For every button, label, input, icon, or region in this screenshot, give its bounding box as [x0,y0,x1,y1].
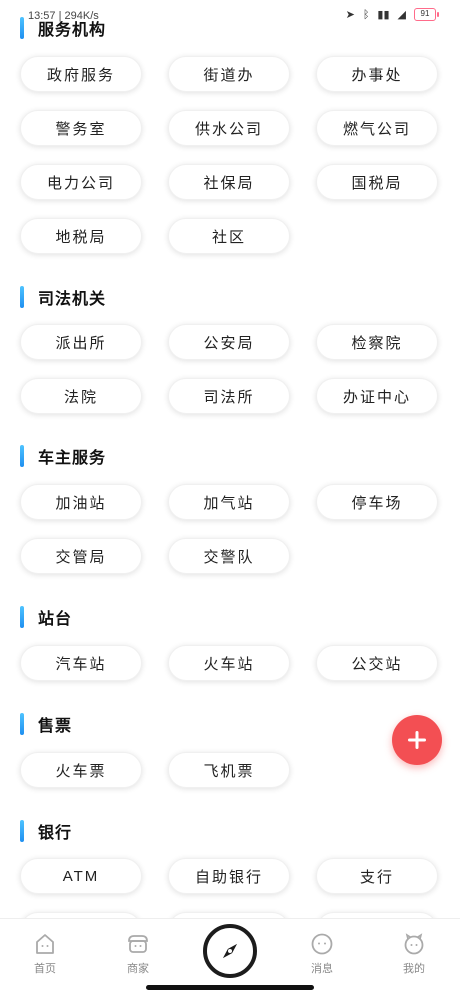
tab-merchant[interactable]: 商家 [108,931,168,976]
chip-item[interactable]: 自助银行 [168,858,290,894]
section-title-banks: 银行 [20,819,72,843]
chip-item[interactable]: 公交站 [316,645,438,681]
chip-item[interactable]: 公安局 [168,324,290,360]
tab-home[interactable]: 首页 [15,931,75,976]
section-marker [20,713,24,735]
home-indicator [146,985,314,990]
chip-item[interactable]: 社区 [168,218,290,254]
chip-item[interactable]: ATM [20,858,142,894]
chip-item[interactable]: 支行 [316,858,438,894]
chip-item[interactable]: 加气站 [168,484,290,520]
chip-item[interactable]: 司法所 [168,378,290,414]
chip-item[interactable]: 汽车站 [20,645,142,681]
profile-icon [404,933,424,955]
section-title-stations: 站台 [20,605,72,629]
location-icon: ➤ [345,8,355,21]
chip-item[interactable]: 停车场 [316,484,438,520]
discover-button[interactable] [203,924,257,978]
tab-messages[interactable]: 消息 [292,931,352,976]
section-marker [20,445,24,467]
section-marker [20,820,24,842]
chip-item[interactable]: 交警队 [168,538,290,574]
chip-item[interactable]: 交管局 [20,538,142,574]
section-title-judicial: 司法机关 [20,285,106,309]
chip-item[interactable]: 火车票 [20,752,142,788]
wifi-icon: ◢ [397,8,406,21]
home-icon [36,934,54,954]
chip-item[interactable]: 办证中心 [316,378,438,414]
plus-icon [408,731,426,749]
chip-item[interactable]: 火车站 [168,645,290,681]
section-title-car-owner: 车主服务 [20,444,106,468]
chip-item[interactable]: 社保局 [168,164,290,200]
add-button[interactable] [392,715,442,765]
section-marker [20,286,24,308]
chip-item[interactable]: 检察院 [316,324,438,360]
chip-item[interactable]: 地税局 [20,218,142,254]
chip-item[interactable]: 电力公司 [20,164,142,200]
battery-icon: 91 [414,8,439,21]
chip-item[interactable]: 政府服务 [20,56,142,92]
chip-item[interactable]: 供水公司 [168,110,290,146]
tab-mine[interactable]: 我的 [384,931,444,976]
section-title-tickets: 售票 [20,712,72,736]
chip-item[interactable]: 加油站 [20,484,142,520]
chip-item[interactable]: 办事处 [316,56,438,92]
chip-item[interactable]: 国税局 [316,164,438,200]
chip-item[interactable]: 燃气公司 [316,110,438,146]
signal-icon: ▮▮ [377,8,390,21]
chip-item[interactable]: 街道办 [168,56,290,92]
chip-item[interactable]: 法院 [20,378,142,414]
status-bar: 13:57 | 294K/s ➤ ᛒ ▮▮ ◢ 91 [0,0,460,30]
chip-item[interactable]: 派出所 [20,324,142,360]
shop-icon [128,935,148,953]
chip-item[interactable]: 飞机票 [168,752,290,788]
message-icon [311,933,333,955]
chip-item[interactable]: 警务室 [20,110,142,146]
status-time: 13:57 | 294K/s [28,10,99,22]
status-icons: ➤ ᛒ ▮▮ ◢ 91 [345,8,439,21]
category-list[interactable]: 服务机构 政府服务 街道办 办事处 警务室 供水公司 燃气公司 电力公司 社保局… [0,0,460,920]
compass-icon [222,943,238,959]
section-marker [20,606,24,628]
bluetooth-icon: ᛒ [362,8,370,21]
